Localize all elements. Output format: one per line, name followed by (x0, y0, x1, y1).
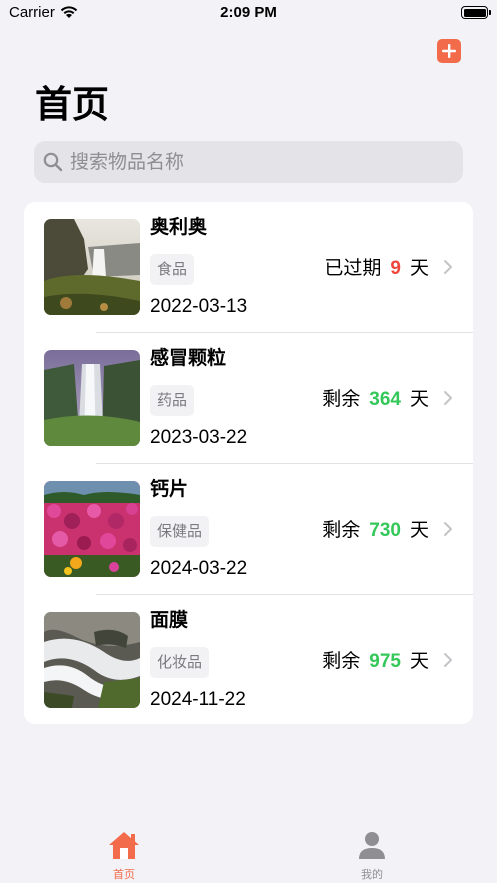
list-item[interactable]: 感冒颗粒 药品 2023-03-22 剩余 364 天 (24, 333, 473, 464)
days-count: 364 (369, 389, 401, 410)
days-status: 剩余 975 天 (322, 647, 429, 675)
category-tag: 化妆品 (150, 647, 210, 678)
days-unit: 天 (409, 388, 429, 410)
status-prefix: 剩余 (322, 388, 361, 410)
tab-label: 首页 (113, 868, 135, 881)
expiry-date: 2024-11-22 (150, 689, 246, 710)
category-tag: 药品 (150, 385, 195, 416)
item-name: 钙片 (150, 478, 189, 500)
days-status: 剩余 364 天 (322, 385, 429, 413)
home-icon (109, 832, 139, 859)
search-placeholder: 搜索物品名称 (70, 151, 185, 173)
status-time: 2:09 PM (220, 4, 277, 21)
days-status: 剩余 730 天 (322, 516, 429, 544)
tab-bar: 首页 我的 (0, 824, 497, 883)
expiry-date: 2024-03-22 (150, 558, 248, 579)
tab-mine[interactable]: 我的 (342, 830, 402, 882)
item-thumbnail (44, 612, 140, 708)
item-thumbnail (44, 219, 140, 315)
person-icon (359, 832, 385, 859)
item-thumbnail (44, 350, 140, 446)
item-name: 面膜 (150, 609, 189, 631)
tab-home[interactable]: 首页 (94, 830, 154, 882)
category-tag: 食品 (150, 254, 195, 285)
list-item[interactable]: 奥利奥 食品 2022-03-13 已过期 9 天 (24, 202, 473, 333)
item-name: 感冒颗粒 (150, 347, 227, 369)
expiry-date: 2022-03-13 (150, 296, 248, 317)
status-prefix: 剩余 (322, 650, 361, 672)
days-unit: 天 (409, 257, 429, 279)
days-unit: 天 (409, 650, 429, 672)
status-prefix: 剩余 (322, 519, 361, 541)
days-unit: 天 (409, 519, 429, 541)
item-thumbnail (44, 481, 140, 577)
chevron-right-icon (444, 522, 452, 536)
search-icon (43, 152, 63, 172)
category-tag: 保健品 (150, 516, 210, 547)
status-prefix: 已过期 (324, 257, 382, 279)
tab-label: 我的 (361, 868, 383, 881)
battery-tip (489, 10, 491, 15)
plus-icon (442, 44, 456, 58)
page-title: 首页 (35, 83, 109, 126)
chevron-right-icon (444, 260, 452, 274)
battery-icon (461, 6, 488, 19)
days-count: 9 (390, 258, 401, 279)
list-item[interactable]: 面膜 化妆品 2024-11-22 剩余 975 天 (24, 595, 473, 724)
days-status: 已过期 9 天 (324, 254, 429, 282)
chevron-right-icon (444, 653, 452, 667)
add-item-button[interactable] (437, 39, 461, 63)
search-input[interactable]: 搜索物品名称 (34, 141, 463, 183)
item-list: 奥利奥 食品 2022-03-13 已过期 9 天 感冒颗粒 药品 2023-0… (24, 202, 473, 724)
expiry-date: 2023-03-22 (150, 427, 248, 448)
days-count: 730 (369, 520, 401, 541)
list-item[interactable]: 钙片 保健品 2024-03-22 剩余 730 天 (24, 464, 473, 595)
status-bar: Carrier 2:09 PM (0, 0, 497, 26)
days-count: 975 (369, 651, 401, 672)
item-name: 奥利奥 (150, 216, 208, 238)
chevron-right-icon (444, 391, 452, 405)
